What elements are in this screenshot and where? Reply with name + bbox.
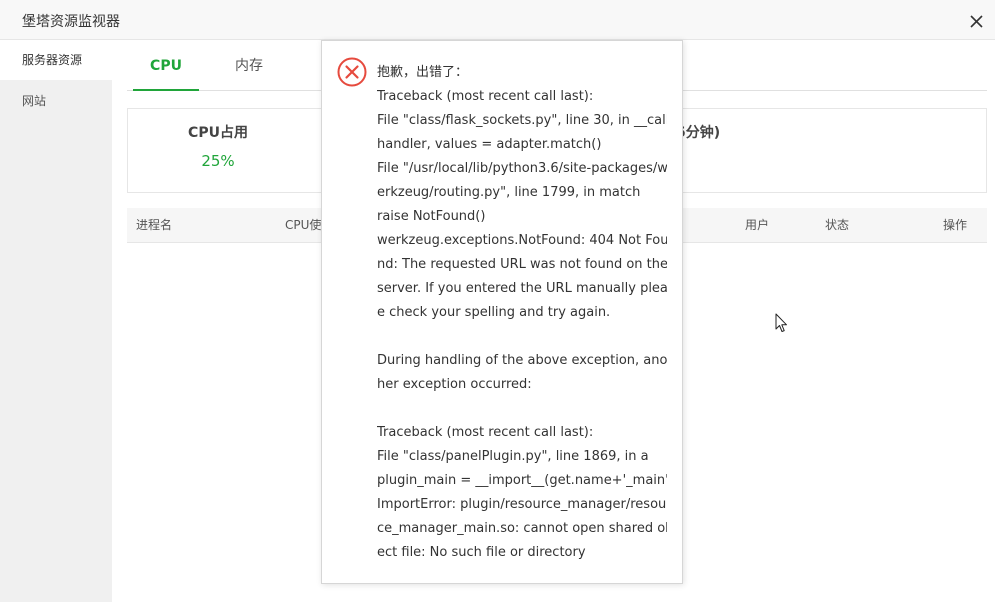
- resource-monitor-window: 堡塔资源监视器 服务器资源 网站 CPU 内存 磁 CPU占用 25%: [0, 0, 995, 602]
- error-line: Traceback (most recent call last):: [377, 425, 594, 440]
- tab-label: 内存: [235, 58, 263, 74]
- column-header-status[interactable]: 状态: [825, 208, 849, 243]
- error-line: During handling of the above exception, …: [377, 353, 667, 368]
- error-line: plugin_main = __import__(get.name+'_main…: [377, 473, 667, 488]
- tab-memory[interactable]: 内存: [221, 40, 277, 91]
- error-line: Traceback (most recent call last):: [377, 89, 594, 104]
- column-header-cpu-usage[interactable]: CPU使: [285, 208, 321, 243]
- error-line: ImportError: plugin/resource_manager/res…: [377, 497, 667, 512]
- error-icon: [337, 57, 367, 87]
- error-line: nd: The requested URL was not found on t…: [377, 257, 667, 272]
- sidebar-item-label: 服务器资源: [22, 53, 83, 67]
- sidebar: 服务器资源 网站: [0, 40, 112, 602]
- tab-cpu[interactable]: CPU: [133, 40, 199, 91]
- sidebar-item-label: 网站: [22, 94, 47, 108]
- error-line: e check your spelling and try again.: [377, 305, 611, 320]
- error-message: 抱歉，出错了： Traceback (most recent call last…: [377, 61, 667, 565]
- error-line: [377, 325, 667, 349]
- cpu-usage-label: CPU占用: [188, 125, 248, 141]
- column-header-actions: 操作: [943, 218, 968, 232]
- error-line: her exception occurred:: [377, 377, 532, 392]
- error-line: 抱歉，出错了：: [377, 65, 469, 80]
- sidebar-item-website[interactable]: 网站: [0, 81, 112, 121]
- error-line: raise NotFound(): [377, 209, 486, 224]
- sidebar-item-server-resources[interactable]: 服务器资源: [0, 40, 112, 80]
- close-icon[interactable]: [966, 12, 986, 30]
- error-line: File "class/flask_sockets.py", line 30, …: [377, 113, 667, 128]
- error-line: werkzeug.exceptions.NotFound: 404 Not Fo…: [377, 233, 667, 248]
- error-line: erkzeug/routing.py", line 1799, in match: [377, 185, 641, 200]
- error-line: File "/usr/local/lib/python3.6/site-pack…: [377, 161, 667, 176]
- error-dialog: 抱歉，出错了： Traceback (most recent call last…: [321, 40, 683, 584]
- error-line: server. If you entered the URL manually …: [377, 281, 667, 296]
- column-header-user[interactable]: 用户: [745, 208, 769, 243]
- error-line: File "class/panelPlugin.py", line 1869, …: [377, 449, 649, 464]
- error-line: handler, values = adapter.match(): [377, 137, 602, 152]
- error-line: [377, 397, 667, 421]
- title-bar: 堡塔资源监视器: [0, 0, 995, 40]
- cpu-usage-value: 25%: [201, 152, 235, 170]
- column-header-process-name[interactable]: 进程名: [136, 208, 172, 243]
- window-title: 堡塔资源监视器: [22, 14, 120, 30]
- mouse-cursor-icon: [775, 313, 787, 332]
- tab-label: CPU: [150, 58, 182, 74]
- error-line: ce_manager_main.so: cannot open shared o…: [377, 521, 667, 536]
- error-line: ect file: No such file or directory: [377, 545, 586, 560]
